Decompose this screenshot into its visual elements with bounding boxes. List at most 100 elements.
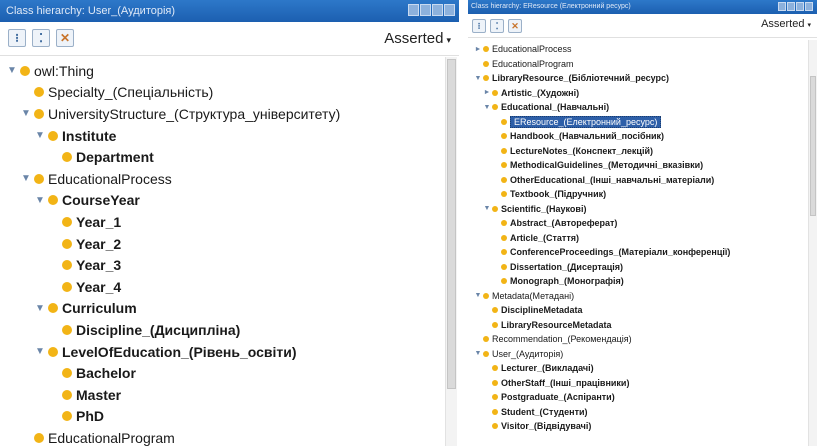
add-sibling-class-icon[interactable]: ⁚	[32, 29, 50, 47]
class-label[interactable]: ConferenceProceedings_(Матеріали_конфере…	[510, 247, 730, 257]
expand-toggle-icon[interactable]: ▼	[20, 108, 32, 119]
class-label[interactable]: Year_2	[76, 236, 121, 252]
tree-row[interactable]: OtherStaff_(Інші_працівники)	[483, 376, 629, 391]
tree-row[interactable]: ▼ User_(Аудиторія)	[474, 347, 564, 362]
class-label[interactable]: Institute	[62, 128, 116, 144]
tree-row[interactable]: ▼ UniversityStructure_(Структура_універси…	[20, 103, 340, 125]
class-label[interactable]: Curriculum	[62, 300, 137, 316]
class-label[interactable]: Department	[76, 149, 154, 165]
tree-row[interactable]: ▼ LevelOfEducation_(Рівень_освіти)	[34, 341, 297, 363]
tree-row[interactable]: Discipline_(Дисципліна)	[48, 319, 240, 341]
tree-row[interactable]: Visitor_(Відвідувачі)	[483, 419, 591, 434]
minimize-button[interactable]	[420, 4, 431, 16]
tree-row[interactable]: EducationalProgram	[474, 57, 574, 72]
tree-row[interactable]: ConferenceProceedings_(Матеріали_конфере…	[492, 245, 730, 260]
class-label[interactable]: Handbook_(Навчальний_посібник)	[510, 131, 664, 141]
class-label[interactable]: Postgraduate_(Аспіранти)	[501, 392, 615, 402]
expand-toggle-icon[interactable]: ▼	[34, 130, 46, 141]
expand-toggle-icon[interactable]: ▼	[474, 292, 482, 299]
class-label[interactable]: LectureNotes_(Конспект_лекцій)	[510, 146, 653, 156]
close-button[interactable]	[805, 2, 813, 11]
maximize-button[interactable]	[432, 4, 443, 16]
tree-row[interactable]: ► Artistic_(Художні)	[483, 86, 580, 101]
class-label[interactable]: EducationalProcess	[492, 44, 572, 54]
tree-row[interactable]: Article_(Стаття)	[492, 231, 579, 246]
add-subclass-icon[interactable]: ⁝	[472, 19, 486, 33]
tree-row[interactable]: EducationalProgram	[20, 427, 175, 446]
class-label[interactable]: Recommendation_(Рекомендація)	[492, 334, 632, 344]
delete-class-icon[interactable]: ✕	[508, 19, 522, 33]
tree-row[interactable]: ▼ Educational_(Навчальні)	[483, 100, 610, 115]
class-label[interactable]: owl:Thing	[34, 63, 94, 79]
tree-row[interactable]: Textbook_(Підручник)	[492, 187, 606, 202]
class-label[interactable]: Article_(Стаття)	[510, 233, 579, 243]
expand-toggle-icon[interactable]: ▼	[34, 346, 46, 357]
tree-row[interactable]: Department	[48, 146, 154, 168]
tree-row[interactable]: ► EducationalProcess	[474, 42, 572, 57]
class-label[interactable]: Year_4	[76, 279, 121, 295]
tree-row[interactable]: ▼ CourseYear	[34, 190, 140, 212]
tree-row[interactable]: ▼ Institute	[34, 125, 116, 147]
expand-toggle-icon[interactable]: ►	[483, 89, 491, 96]
tree-row[interactable]: EResource_(Електронний_ресурс)	[492, 115, 662, 130]
class-label[interactable]: UniversityStructure_(Структура_університ…	[48, 106, 340, 122]
class-label[interactable]: Specialty_(Спеціальність)	[48, 84, 213, 100]
tree-row[interactable]: Master	[48, 384, 121, 406]
class-label[interactable]: EducationalProgram	[492, 59, 574, 69]
class-label[interactable]: Student_(Студенти)	[501, 407, 588, 417]
delete-class-icon[interactable]: ✕	[56, 29, 74, 47]
tree-row[interactable]: Year_3	[48, 254, 121, 276]
tree-row[interactable]: DisciplineMetadata	[483, 303, 583, 318]
tree-row[interactable]: ▼ EducationalProcess	[20, 168, 172, 190]
minimize-button[interactable]	[787, 2, 795, 11]
class-label[interactable]: Visitor_(Відвідувачі)	[501, 421, 591, 431]
add-subclass-icon[interactable]: ⁝	[8, 29, 26, 47]
class-label[interactable]: Artistic_(Художні)	[501, 88, 579, 98]
tree-row[interactable]: Year_2	[48, 233, 121, 255]
tree-row[interactable]: Postgraduate_(Аспіранти)	[483, 390, 615, 405]
class-label[interactable]: Abstract_(Автореферат)	[510, 218, 617, 228]
class-label[interactable]: Dissertation_(Дисертація)	[510, 262, 623, 272]
tree-row[interactable]: Student_(Студенти)	[483, 405, 588, 420]
class-label[interactable]: Discipline_(Дисципліна)	[76, 322, 240, 338]
class-label[interactable]: PhD	[76, 408, 104, 424]
class-label[interactable]: LibraryResourceMetadata	[501, 320, 612, 330]
class-label[interactable]: CourseYear	[62, 192, 140, 208]
class-label[interactable]: LibraryResource_(Бібліотечний_ресурс)	[492, 73, 669, 83]
view-mode-dropdown[interactable]: Asserted ▾	[382, 30, 453, 47]
class-label[interactable]: Year_3	[76, 257, 121, 273]
class-label[interactable]: EResource_(Електронний_ресурс)	[510, 115, 662, 128]
tree-row[interactable]: Year_1	[48, 211, 121, 233]
tree-row[interactable]: OtherEducational_(Інші_навчальні_матеріа…	[492, 173, 714, 188]
expand-toggle-icon[interactable]: ▼	[6, 65, 18, 76]
tree-row[interactable]: Specialty_(Спеціальність)	[20, 82, 213, 104]
restore-button[interactable]	[778, 2, 786, 11]
class-label[interactable]: EducationalProcess	[48, 171, 172, 187]
restore-button[interactable]	[408, 4, 419, 16]
class-label[interactable]: Metadata(Метадані)	[492, 291, 574, 301]
scrollbar-thumb[interactable]	[810, 76, 816, 216]
expand-toggle-icon[interactable]: ▼	[20, 173, 32, 184]
class-label[interactable]: OtherEducational_(Інші_навчальні_матеріа…	[510, 175, 714, 185]
expand-toggle-icon[interactable]: ▼	[34, 303, 46, 314]
maximize-button[interactable]	[796, 2, 804, 11]
tree-row[interactable]: Dissertation_(Дисертація)	[492, 260, 623, 275]
class-label[interactable]: Monograph_(Монографія)	[510, 276, 624, 286]
class-label[interactable]: OtherStaff_(Інші_працівники)	[501, 378, 629, 388]
tree-row[interactable]: LectureNotes_(Конспект_лекцій)	[492, 144, 653, 159]
view-mode-dropdown[interactable]: Asserted ▾	[759, 18, 813, 30]
class-label[interactable]: LevelOfEducation_(Рівень_освіти)	[62, 344, 297, 360]
class-label[interactable]: Lecturer_(Викладачі)	[501, 363, 594, 373]
tree-row[interactable]: Lecturer_(Викладачі)	[483, 361, 594, 376]
expand-toggle-icon[interactable]: ▼	[474, 75, 482, 82]
tree-row[interactable]: Year_4	[48, 276, 121, 298]
tree-row[interactable]: ▼ Metadata(Метадані)	[474, 289, 575, 304]
class-label[interactable]: User_(Аудиторія)	[492, 349, 563, 359]
tree-row[interactable]: Handbook_(Навчальний_посібник)	[492, 129, 664, 144]
tree-row[interactable]: MethodicalGuidelines_(Методичні_вказівки…	[492, 158, 703, 173]
class-label[interactable]: Scientific_(Наукові)	[501, 204, 586, 214]
class-label[interactable]: Master	[76, 387, 121, 403]
scrollbar-thumb[interactable]	[447, 59, 456, 389]
class-label[interactable]: MethodicalGuidelines_(Методичні_вказівки…	[510, 160, 703, 170]
tree-row[interactable]: Recommendation_(Рекомендація)	[474, 332, 632, 347]
